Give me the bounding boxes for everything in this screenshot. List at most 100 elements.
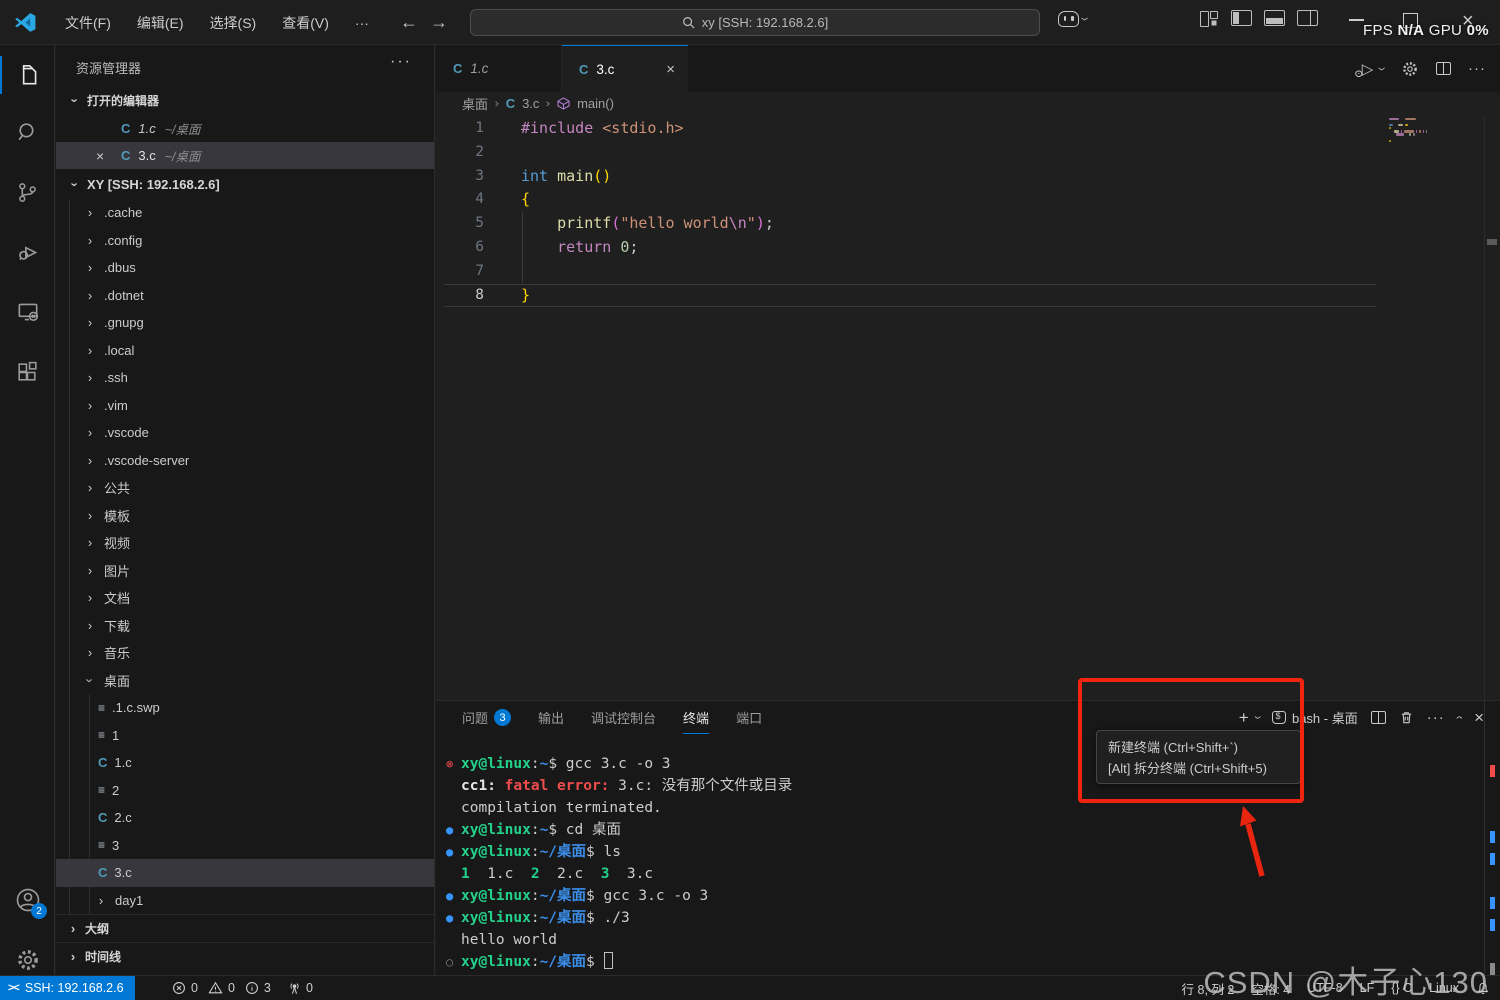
menu-item-0[interactable]: 文件(F) — [52, 9, 124, 37]
minimap-line — [1389, 118, 1427, 120]
breadcrumb-desktop[interactable]: 桌面 — [462, 94, 488, 113]
tree-folder-name: 图片 — [104, 561, 130, 580]
terminal-instance-label[interactable]: bash - 桌面 — [1272, 708, 1358, 727]
tree-folder-name: 桌面 — [104, 671, 130, 690]
chevron-down-icon[interactable]: › — [1374, 67, 1391, 71]
tree-file[interactable]: ≡1 — [56, 722, 434, 750]
terminal[interactable]: ⊗xy@linux:~$ gcc 3.c -o 3cc1: fatal erro… — [461, 753, 792, 973]
timeline-header[interactable]: › 时间线 — [56, 942, 434, 970]
file-icon: ≡ — [98, 701, 105, 715]
tree-folder[interactable]: ›模板 — [56, 502, 434, 530]
tree-folder[interactable]: ›图片 — [56, 557, 434, 585]
terminal-line: ●xy@linux:~/桌面$ ls — [461, 841, 792, 863]
minimap-line — [1389, 133, 1427, 135]
open-editors-header[interactable]: › 打开的编辑器 — [56, 85, 434, 115]
tree-folder[interactable]: ›文档 — [56, 584, 434, 612]
close-tab-icon[interactable]: × — [666, 61, 675, 78]
tree-file[interactable]: C2.c — [56, 804, 434, 832]
tree-folder[interactable]: ›视频 — [56, 529, 434, 557]
menu-item-1[interactable]: 编辑(E) — [124, 9, 197, 37]
code-editor[interactable]: 1#include <stdio.h>23int main()4{5 print… — [436, 115, 1500, 700]
tree-folder[interactable]: ›.vim — [56, 392, 434, 420]
ports-status[interactable]: 0 — [287, 976, 313, 1000]
sidebar-item-explorer[interactable] — [0, 50, 55, 100]
tree-file[interactable]: C3.c — [56, 859, 434, 887]
sidebar-item-extensions[interactable] — [0, 347, 55, 397]
open-editor-item[interactable]: C1.c~/桌面 — [56, 115, 434, 142]
sidebar-item-source-control[interactable] — [0, 167, 55, 217]
close-panel-icon[interactable]: × — [1474, 708, 1484, 728]
more-actions-icon[interactable]: ··· — [1468, 60, 1486, 77]
split-terminal-icon[interactable] — [1371, 711, 1386, 724]
tree-folder[interactable]: ›.dotnet — [56, 282, 434, 310]
breadcrumb-symbol[interactable]: main() — [577, 96, 614, 111]
line-number: 7 — [436, 260, 484, 284]
warning-icon — [208, 981, 223, 995]
tree-folder[interactable]: ›下载 — [56, 612, 434, 640]
toggle-secondary-sidebar-icon[interactable] — [1297, 10, 1318, 26]
tree-folder[interactable]: ›.config — [56, 227, 434, 255]
toggle-panel-icon[interactable] — [1264, 10, 1285, 26]
tree-folder[interactable]: ›.gnupg — [56, 309, 434, 337]
workspace-header[interactable]: › XY [SSH: 192.168.2.6] — [56, 169, 434, 199]
trash-icon[interactable] — [1399, 710, 1414, 725]
breadcrumb-file[interactable]: 3.c — [522, 96, 539, 111]
run-debug-button[interactable]: ▷ⵙ — [1362, 60, 1374, 78]
gear-icon[interactable] — [1401, 60, 1419, 78]
tab-1c[interactable]: C 1.c — [436, 45, 562, 92]
customize-layout-icon[interactable] — [1198, 10, 1219, 26]
terminal-dropdown-icon[interactable]: › — [1250, 716, 1265, 719]
copilot-menu[interactable]: › — [1058, 11, 1087, 27]
problems-status[interactable]: 0 0 3 — [172, 976, 271, 1000]
minimize-icon[interactable] — [1349, 19, 1364, 21]
panel-tab-3[interactable]: 终端 — [683, 701, 709, 734]
tree-file[interactable]: ≡2 — [56, 777, 434, 805]
tree-folder[interactable]: ›公共 — [56, 474, 434, 502]
close-editor-icon[interactable]: × — [96, 148, 104, 164]
tree-file[interactable]: ≡3 — [56, 832, 434, 860]
command-center-search[interactable]: xy [SSH: 192.168.2.6] — [470, 9, 1040, 36]
sidebar-item-run-debug[interactable] — [0, 227, 55, 277]
new-terminal-button[interactable]: + — [1239, 708, 1249, 728]
tree-folder[interactable]: ›音乐 — [56, 639, 434, 667]
tree-folder[interactable]: ›.vscode-server — [56, 447, 434, 475]
minimap-line — [1389, 130, 1427, 132]
split-editor-icon[interactable] — [1436, 62, 1451, 75]
panel-tab-1[interactable]: 输出 — [538, 701, 564, 734]
remote-indicator[interactable]: >< SSH: 192.168.2.6 — [0, 976, 135, 1000]
sidebar-item-search[interactable] — [0, 107, 55, 157]
panel-tab-0[interactable]: 问题3 — [462, 701, 511, 734]
open-editor-item[interactable]: ×C3.c~/桌面 — [56, 142, 434, 169]
tree-folder[interactable]: ›.local — [56, 337, 434, 365]
toggle-sidebar-icon[interactable] — [1231, 10, 1252, 26]
tree-file[interactable]: C1.c — [56, 749, 434, 777]
line-number: 4 — [436, 188, 484, 212]
back-arrow-icon[interactable]: ← — [400, 12, 418, 33]
menu-item-3[interactable]: 查看(V) — [269, 9, 342, 37]
maximize-panel-icon[interactable]: › — [1452, 716, 1467, 719]
tree-folder[interactable]: ›.ssh — [56, 364, 434, 392]
editor-group: C 1.c C 3.c × ▷ⵙ › ··· 桌面 › C — [436, 45, 1500, 975]
more-actions-icon[interactable]: ··· — [1427, 709, 1445, 726]
minimap[interactable] — [1389, 118, 1427, 143]
account-button[interactable]: 2 — [0, 875, 55, 925]
outline-header[interactable]: › 大纲 — [56, 914, 434, 942]
explorer-more-actions[interactable]: ··· — [390, 53, 412, 71]
menu-item-4[interactable]: ··· — [342, 9, 382, 37]
tree-folder[interactable]: ›.dbus — [56, 254, 434, 282]
tree-folder[interactable]: ›.vscode — [56, 419, 434, 447]
radio-tower-icon — [287, 981, 302, 996]
tree-file[interactable]: ›day1 — [56, 887, 434, 915]
minimap-line — [1389, 136, 1427, 138]
code-line: 6 return 0; — [436, 236, 1500, 260]
panel-tab-4[interactable]: 端口 — [736, 701, 762, 734]
code-line: 3int main() — [436, 165, 1500, 189]
forward-arrow-icon[interactable]: → — [430, 12, 448, 33]
tree-folder-desktop[interactable]: ›桌面 — [56, 667, 434, 695]
panel-tab-2[interactable]: 调试控制台 — [591, 701, 656, 734]
tab-3c[interactable]: C 3.c × — [562, 45, 688, 92]
tree-folder[interactable]: ›.cache — [56, 199, 434, 227]
sidebar-item-remote-explorer[interactable] — [0, 287, 55, 337]
menu-item-2[interactable]: 选择(S) — [197, 9, 270, 37]
tree-file[interactable]: ≡.1.c.swp — [56, 694, 434, 722]
